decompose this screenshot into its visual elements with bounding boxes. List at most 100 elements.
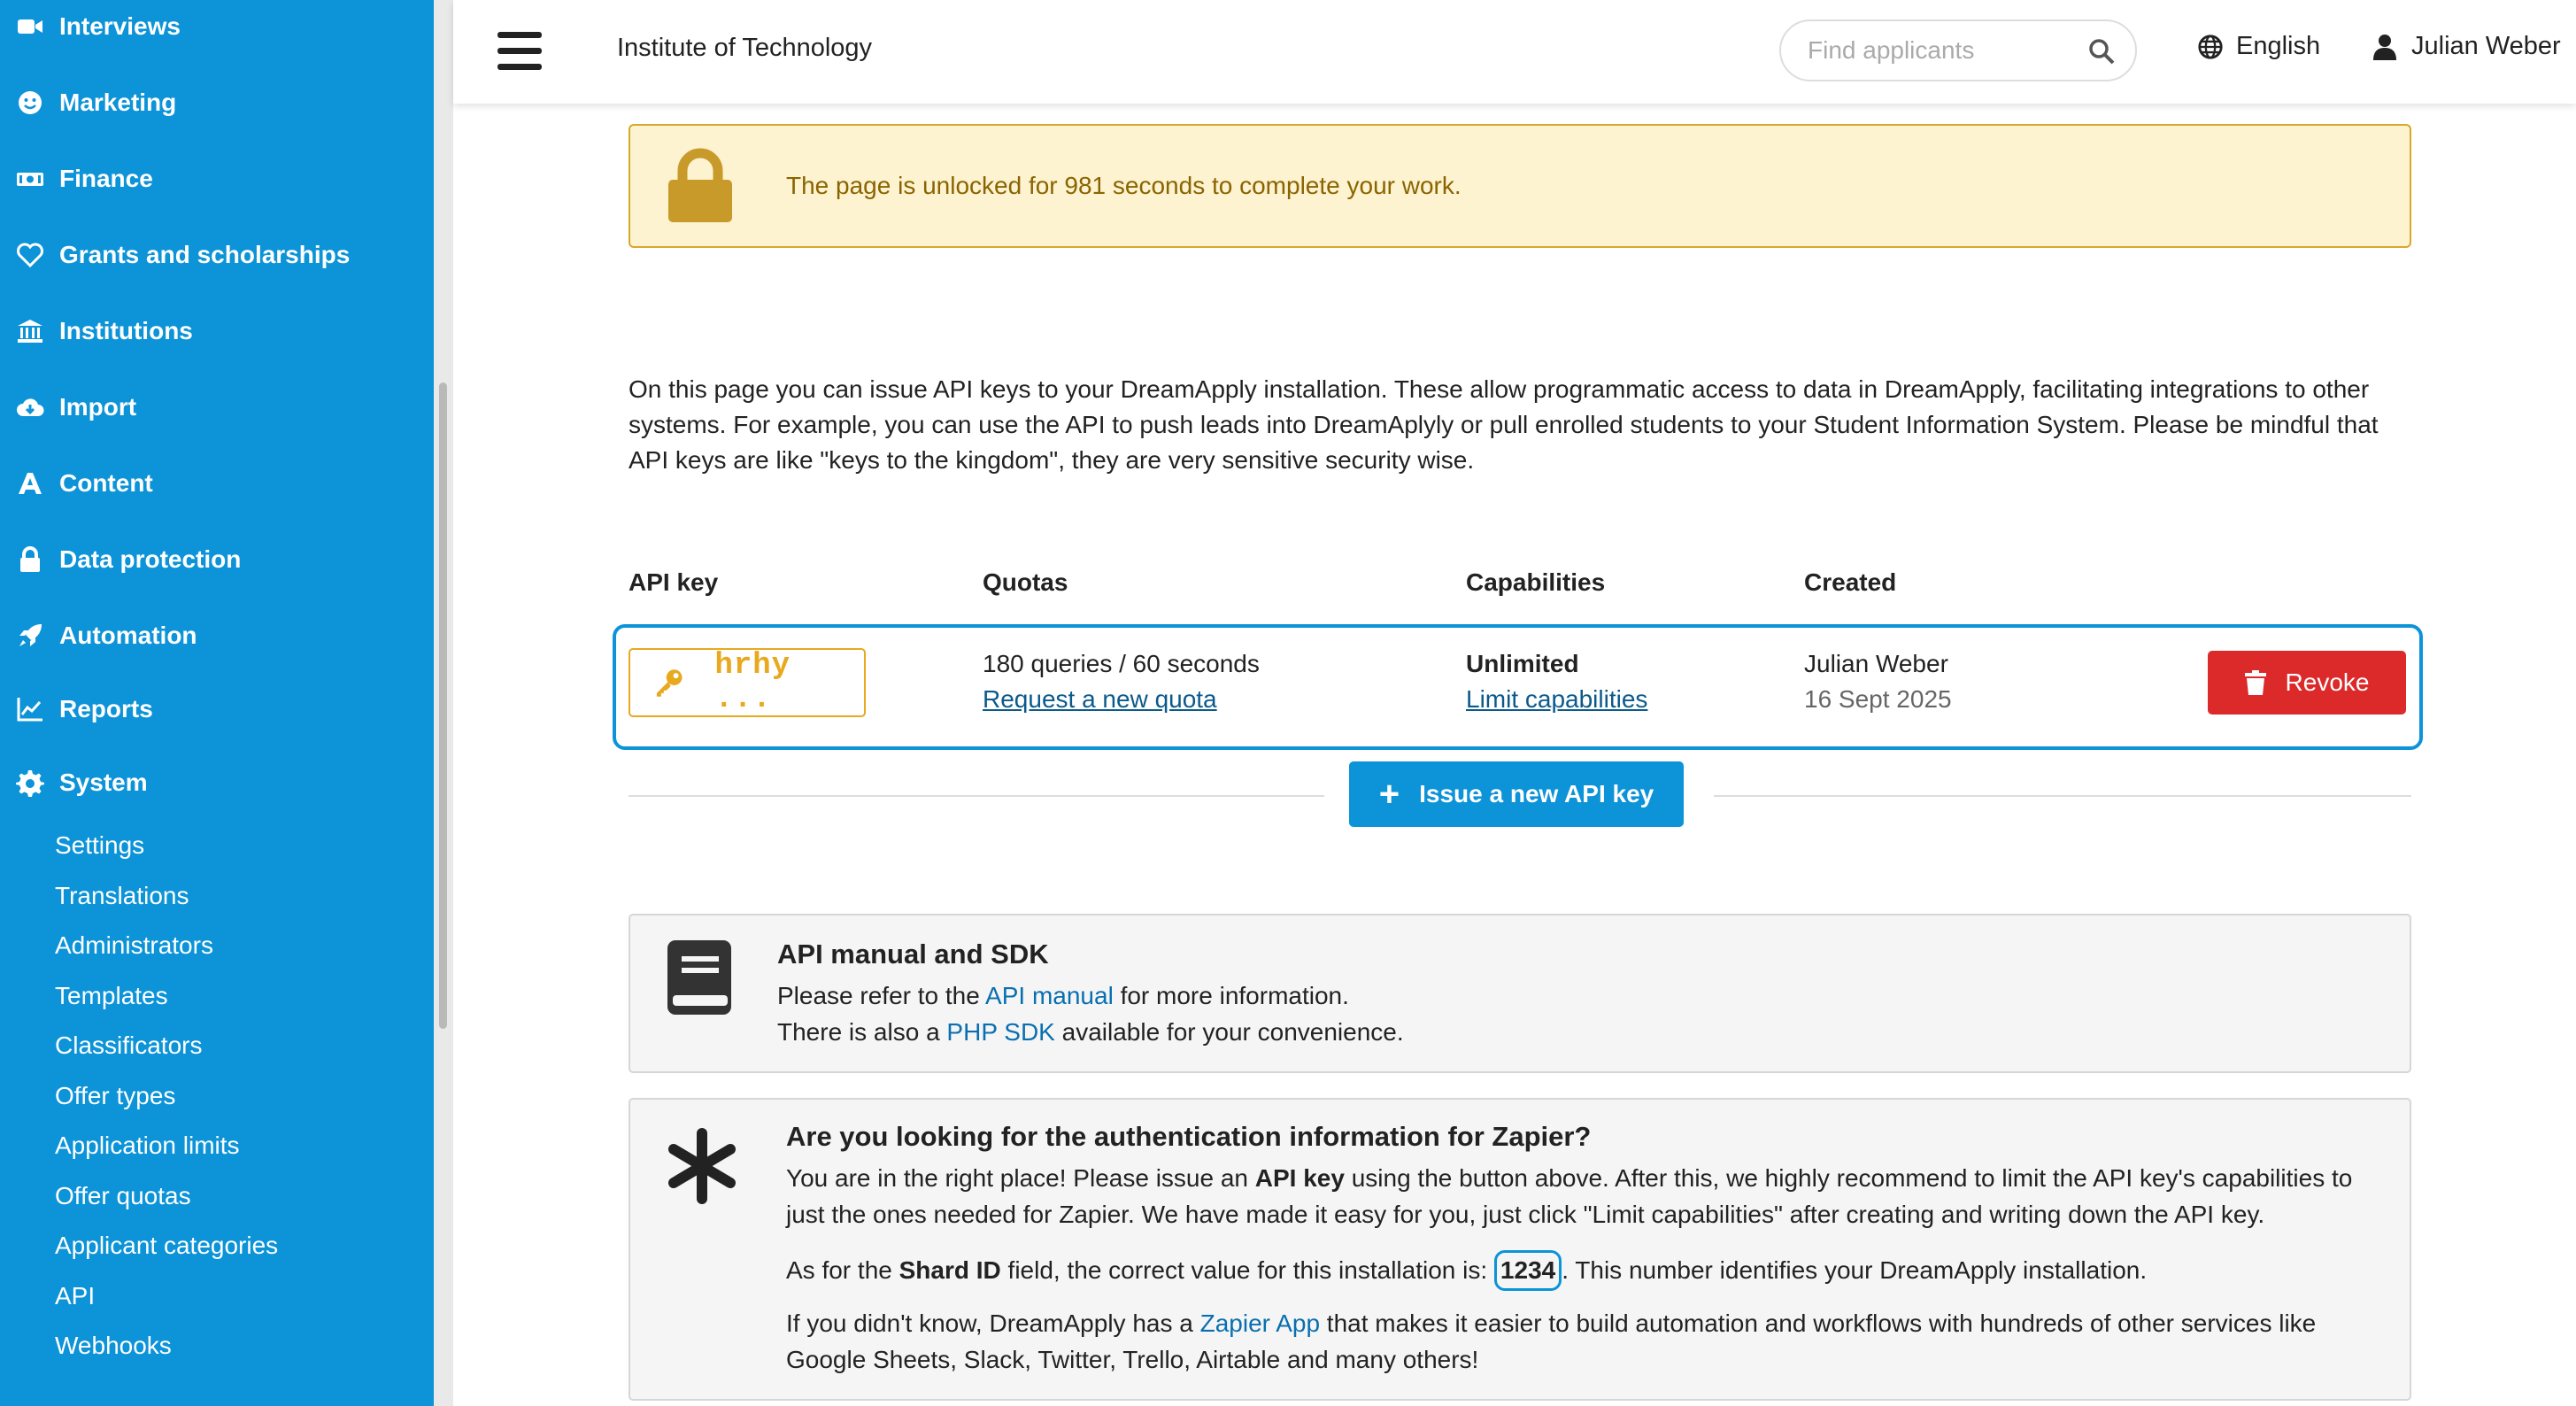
column-header-capabilities: Capabilities	[1466, 568, 1606, 596]
sidebar-item-label: Data protection	[59, 545, 242, 573]
sidebar-item-finance[interactable]: Finance	[0, 148, 434, 210]
created-cell: Julian Weber 16 Sept 2025	[1804, 646, 1952, 717]
api-manual-panel: API manual and SDK Please refer to the A…	[629, 914, 2411, 1073]
gear-icon	[15, 768, 45, 798]
sidebar-item-reports[interactable]: Reports	[0, 678, 434, 740]
divider-left	[629, 795, 1324, 797]
alert-message: The page is unlocked for 981 seconds to …	[786, 172, 1462, 199]
capabilities-cell: Unlimited Limit capabilities	[1466, 646, 1647, 717]
search-icon[interactable]	[2087, 37, 2116, 66]
created-date: 16 Sept 2025	[1804, 685, 1952, 713]
sidebar-subitem-webhooks[interactable]: Webhooks	[55, 1324, 172, 1368]
lock-icon	[15, 545, 45, 575]
api-manual-title: API manual and SDK	[777, 939, 1049, 970]
sidebar-item-institutions[interactable]: Institutions	[0, 300, 434, 362]
book-icon	[667, 940, 731, 1015]
revoke-button[interactable]: Revoke	[2208, 651, 2406, 715]
sidebar-item-label: Automation	[59, 622, 197, 649]
zapier-paragraph-3: If you didn't know, DreamApply has a Zap…	[786, 1305, 2379, 1378]
hamburger-menu-icon[interactable]	[497, 32, 542, 71]
user-name: Julian Weber	[2411, 32, 2561, 60]
zapier-p2-pre: As for the	[786, 1256, 899, 1284]
quota-value: 180 queries / 60 seconds	[983, 650, 1260, 677]
user-menu[interactable]: Julian Weber	[2372, 32, 2561, 61]
manual-line1-post: for more information.	[1113, 982, 1349, 1009]
php-sdk-link[interactable]: PHP SDK	[946, 1018, 1054, 1046]
sidebar-item-label: System	[59, 769, 148, 796]
sidebar-item-label: Content	[59, 469, 153, 497]
sidebar-subitem-translations[interactable]: Translations	[55, 874, 189, 918]
sidebar-subitem-templates[interactable]: Templates	[55, 974, 168, 1018]
sidebar-item-system[interactable]: System	[0, 752, 434, 814]
sidebar: Interviews Marketing Finance Grants and …	[0, 0, 434, 1406]
api-key-text: hrhy ...	[714, 649, 791, 716]
sidebar-subitem-api[interactable]: API	[55, 1274, 95, 1318]
sidebar-item-import[interactable]: Import	[0, 376, 434, 438]
letter-a-icon	[15, 468, 45, 498]
sidebar-item-label: Marketing	[59, 89, 177, 116]
zapier-panel: Are you looking for the authentication i…	[629, 1098, 2411, 1401]
quota-cell: 180 queries / 60 seconds Request a new q…	[983, 646, 1260, 717]
issue-api-key-button[interactable]: + Issue a new API key	[1349, 761, 1684, 827]
manual-line1-pre: Please refer to the	[777, 982, 986, 1009]
language-selector[interactable]: English	[2197, 32, 2320, 61]
sidebar-subitem-offer-quotas[interactable]: Offer quotas	[55, 1174, 191, 1218]
issue-api-key-label: Issue a new API key	[1419, 780, 1654, 807]
sidebar-scrollbar[interactable]	[434, 0, 453, 1406]
sidebar-item-content[interactable]: Content	[0, 452, 434, 514]
intro-text: On this page you can issue API keys to y…	[629, 375, 2379, 474]
sidebar-subitem-offer-types[interactable]: Offer types	[55, 1074, 175, 1118]
zapier-title: Are you looking for the authentication i…	[786, 1121, 1592, 1152]
rocket-icon	[15, 621, 45, 651]
plus-icon: +	[1378, 775, 1400, 814]
sidebar-item-label: Interviews	[59, 12, 181, 40]
sidebar-item-label: Import	[59, 393, 137, 421]
heart-icon	[15, 240, 45, 270]
search-box[interactable]	[1779, 19, 2137, 81]
created-by: Julian Weber	[1804, 650, 1948, 677]
api-manual-text: Please refer to the API manual for more …	[777, 977, 1404, 1050]
zapier-paragraph-2: As for the Shard ID field, the correct v…	[786, 1250, 2379, 1291]
column-header-api-key: API key	[629, 568, 719, 596]
sidebar-subitem-application-limits[interactable]: Application limits	[55, 1124, 240, 1168]
line-chart-icon	[15, 694, 45, 724]
zapier-app-link[interactable]: Zapier App	[1200, 1309, 1320, 1337]
sidebar-item-data-protection[interactable]: Data protection	[0, 529, 434, 591]
cloud-download-icon	[15, 392, 45, 422]
sidebar-item-grants[interactable]: Grants and scholarships	[0, 224, 434, 286]
unlock-alert: The page is unlocked for 981 seconds to …	[629, 124, 2411, 248]
zapier-p1-bold: API key	[1254, 1164, 1345, 1192]
zapier-p3-pre: If you didn't know, DreamApply has a	[786, 1309, 1200, 1337]
column-header-created: Created	[1804, 568, 1897, 596]
sidebar-subitem-settings[interactable]: Settings	[55, 823, 144, 868]
search-input[interactable]	[1806, 35, 2075, 66]
sidebar-item-interviews[interactable]: Interviews	[0, 0, 434, 58]
sidebar-item-label: Finance	[59, 165, 153, 192]
sidebar-subitem-applicant-categories[interactable]: Applicant categories	[55, 1224, 278, 1268]
scrollbar-thumb[interactable]	[439, 382, 447, 1029]
api-key-value[interactable]: hrhy ...	[629, 648, 866, 717]
sidebar-item-label: Grants and scholarships	[59, 241, 351, 268]
sidebar-item-label: Institutions	[59, 317, 193, 344]
banknote-icon	[15, 164, 45, 194]
key-icon	[656, 669, 683, 697]
shard-id-value: 1234	[1493, 1250, 1562, 1291]
sidebar-subitem-classificators[interactable]: Classificators	[55, 1024, 202, 1068]
padlock-icon	[668, 148, 732, 222]
revoke-label: Revoke	[2285, 668, 2370, 696]
request-quota-link[interactable]: Request a new quota	[983, 682, 1260, 717]
limit-capabilities-link[interactable]: Limit capabilities	[1466, 682, 1647, 717]
sidebar-item-automation[interactable]: Automation	[0, 605, 434, 667]
top-bar: Institute of Technology English Julian W…	[453, 0, 2576, 104]
api-manual-link[interactable]: API manual	[985, 982, 1114, 1009]
sidebar-item-label: Reports	[59, 695, 153, 722]
bank-building-icon	[15, 316, 45, 346]
smiley-icon	[15, 88, 45, 118]
language-label: English	[2236, 32, 2321, 60]
divider-right	[1714, 795, 2411, 797]
globe-icon	[2198, 34, 2223, 59]
sidebar-subitem-administrators[interactable]: Administrators	[55, 923, 213, 968]
asterisk-icon	[668, 1128, 736, 1204]
manual-line2-pre: There is also a	[777, 1018, 947, 1046]
sidebar-item-marketing[interactable]: Marketing	[0, 72, 434, 134]
